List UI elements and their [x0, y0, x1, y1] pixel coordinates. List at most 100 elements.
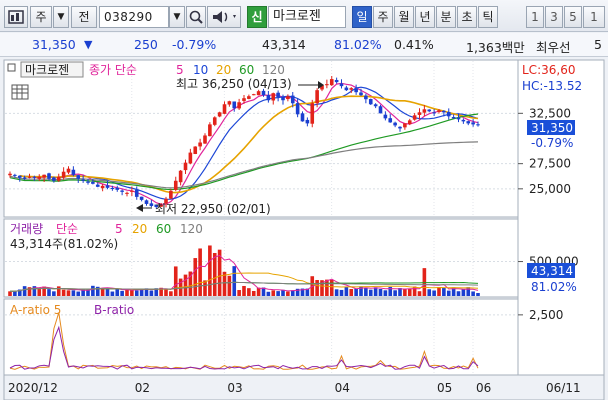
- volume-bar: [364, 287, 368, 296]
- candle-body: [456, 117, 461, 120]
- volume-bar: [251, 290, 256, 296]
- down-arrow-icon: ▼: [84, 38, 93, 51]
- candle-body: [8, 173, 12, 176]
- volume-bar: [227, 275, 232, 296]
- candle-body: [56, 176, 61, 181]
- candle-body: [461, 119, 466, 122]
- candle-body: [100, 185, 105, 189]
- x-axis-label: 2020/12: [8, 381, 58, 395]
- period-second-tab[interactable]: 초: [457, 6, 477, 28]
- volume-bar: [427, 289, 432, 296]
- volume-bar: [286, 291, 290, 296]
- volume-value-text: 43,314주(81.02%): [10, 237, 118, 251]
- candle-body: [446, 111, 451, 117]
- volume-bar: [383, 290, 388, 296]
- candle-body: [37, 176, 42, 179]
- candle-body: [256, 91, 261, 96]
- current-price-marker-text: 31,350: [531, 121, 573, 135]
- candle-body: [130, 190, 134, 192]
- candle-body: [300, 113, 305, 122]
- candle-body: [476, 124, 480, 126]
- interval-button-5[interactable]: 5: [564, 6, 582, 28]
- candle-body: [344, 87, 349, 91]
- candle-body: [364, 95, 368, 100]
- candle-body: [173, 180, 178, 190]
- candle-body: [349, 88, 354, 90]
- interval-button-3[interactable]: 3: [545, 6, 563, 28]
- x-axis-label: 05: [437, 381, 452, 395]
- legend-ma-prefix: 종가 단순: [89, 63, 137, 77]
- candle-body: [286, 96, 290, 100]
- interval-button-1[interactable]: 1: [526, 6, 544, 28]
- period-year-tab[interactable]: 년: [415, 6, 435, 28]
- volume-bar: [466, 287, 471, 296]
- market-dropdown-icon[interactable]: ▼: [53, 6, 69, 28]
- chart-menu-icon[interactable]: [4, 6, 28, 28]
- period-tick-tab[interactable]: 틱: [478, 6, 498, 28]
- volume-bar: [212, 252, 217, 296]
- interval-button-10[interactable]: 1: [583, 6, 605, 28]
- stock-name-field[interactable]: 마크로젠: [268, 6, 346, 28]
- price-tick-label: 25,000: [529, 182, 571, 196]
- volume-bar: [446, 290, 451, 296]
- price-tick-label: 27,500: [529, 157, 571, 171]
- volume-legend-ma-120: 120: [180, 222, 203, 236]
- volume-bar: [183, 274, 188, 296]
- ratio-panel: [3, 298, 519, 376]
- candle-body: [71, 169, 76, 175]
- price-change-pct: -0.79%: [172, 37, 217, 52]
- volume-bar: [22, 286, 27, 296]
- candle-body: [417, 112, 422, 115]
- volume-bar: [373, 287, 378, 296]
- volume-legend-ma-5: 5: [115, 222, 123, 236]
- volume-bar: [407, 289, 412, 296]
- candle-body: [398, 126, 402, 129]
- stock-code-input[interactable]: 038290: [99, 6, 169, 28]
- period-minute-tab[interactable]: 분: [436, 6, 456, 28]
- volume-legend-name: 거래량: [10, 222, 43, 236]
- x-axis-label: 02: [135, 381, 150, 395]
- volume-bar: [115, 288, 120, 296]
- candle-body: [251, 94, 256, 96]
- legend-ma-60: 60: [239, 63, 254, 77]
- volume-bar: [437, 287, 441, 296]
- volume-bar: [378, 288, 383, 296]
- prefix-button[interactable]: 전: [71, 6, 97, 28]
- volume-bar: [193, 258, 198, 296]
- candle-body: [52, 177, 56, 181]
- volume-bar: [149, 290, 154, 296]
- search-icon[interactable]: [186, 6, 206, 28]
- candle-body: [334, 79, 339, 83]
- price-tick-label: 32,500: [529, 106, 571, 120]
- market-selector[interactable]: 주: [30, 6, 52, 28]
- code-dropdown-icon[interactable]: ▼: [169, 6, 185, 28]
- period-week-tab[interactable]: 주: [373, 6, 393, 28]
- date-box-text: 06/11: [546, 381, 581, 395]
- candle-body: [22, 177, 27, 179]
- table-icon[interactable]: [11, 84, 29, 100]
- candle-body: [412, 115, 417, 120]
- period-day-tab[interactable]: 일: [352, 6, 372, 28]
- volume-bar: [52, 291, 56, 296]
- volume-bar: [232, 266, 237, 296]
- candle-body: [139, 196, 144, 200]
- candle-body: [27, 176, 32, 178]
- candle-body: [242, 98, 246, 101]
- legend-stock-name: 마크로젠: [25, 63, 69, 77]
- volume-bar: [37, 289, 42, 296]
- volume-bar: [8, 291, 12, 296]
- candle-body: [290, 95, 295, 104]
- candle-body: [271, 93, 276, 101]
- volume-bar: [266, 291, 271, 296]
- stock-chart[interactable]: 마크로젠 종가 단순 5 10 20 60 120 최고 36,250 (04/…: [0, 58, 608, 400]
- candle-body: [354, 88, 358, 93]
- period-month-tab[interactable]: 월: [394, 6, 414, 28]
- candle-body: [276, 92, 280, 98]
- scroll-right-value: 5: [594, 37, 602, 52]
- volume-bar: [56, 286, 61, 296]
- volume-bar: [329, 279, 334, 296]
- candle-body: [183, 162, 188, 171]
- sound-icon[interactable]: [207, 6, 241, 28]
- candle-body: [432, 112, 436, 114]
- legend-ma-20: 20: [216, 63, 231, 77]
